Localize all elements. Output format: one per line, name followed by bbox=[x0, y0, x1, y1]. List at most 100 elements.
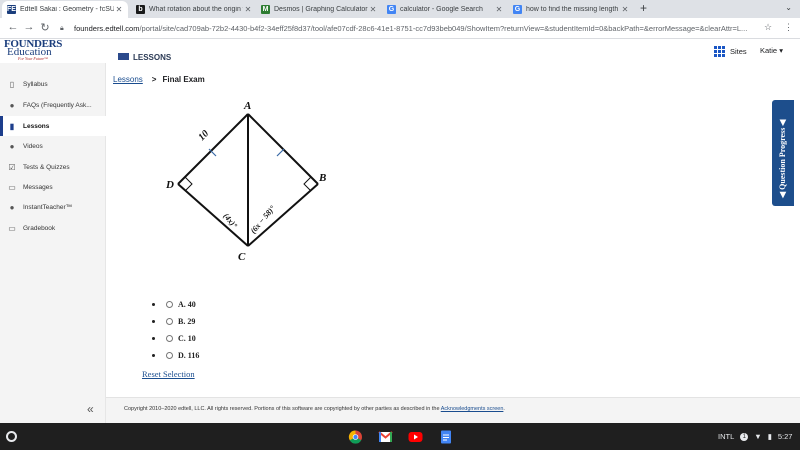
tick-mark-ab bbox=[276, 148, 285, 157]
tool-sidebar: ▯ Syllabus ● FAQs (Frequently Ask... ▮ Lesson… bbox=[0, 63, 106, 423]
tab-close-icon[interactable]: ✕ bbox=[114, 5, 124, 14]
browser-toolbar: ← → ↻ 🔒︎ founders.edtell.com/portal/site… bbox=[0, 18, 800, 39]
bullet bbox=[152, 337, 155, 340]
footer-text: Copyright 2010–2020 edtell, LLC. All rig… bbox=[124, 406, 441, 412]
browser-tab[interactable]: FE Edtell Sakai : Geometry - fcSU16 ✕ bbox=[2, 1, 128, 18]
tab-title: how to find the missing length of bbox=[526, 6, 620, 13]
tab-close-icon[interactable]: ✕ bbox=[620, 5, 630, 14]
question-progress-label: ◀ Question Progress ◀ bbox=[778, 119, 787, 198]
side-dc bbox=[177, 183, 249, 247]
browser-tab[interactable]: Ghow to find the missing length of ✕ bbox=[508, 1, 634, 18]
right-angle-b bbox=[303, 176, 312, 192]
apps-grid-icon bbox=[714, 46, 725, 57]
launcher-icon[interactable] bbox=[6, 431, 17, 442]
gmail-icon[interactable] bbox=[378, 430, 393, 444]
breadcrumb-lessons-link[interactable]: Lessons bbox=[113, 75, 143, 84]
tab-favicon-icon: FE bbox=[7, 5, 16, 14]
reload-icon[interactable]: ↻ bbox=[38, 21, 52, 34]
bullet bbox=[152, 320, 155, 323]
vertex-d-label: D bbox=[165, 179, 174, 191]
sites-button[interactable]: Sites bbox=[714, 46, 747, 57]
forward-arrow-icon[interactable]: → bbox=[22, 21, 36, 33]
radio-button[interactable] bbox=[166, 352, 173, 359]
tab-close-icon[interactable]: ✕ bbox=[243, 5, 253, 14]
tab-title: calculator - Google Search bbox=[400, 6, 483, 13]
sidebar-item-faqs-frequently-ask[interactable]: ● FAQs (Frequently Ask... bbox=[0, 95, 106, 115]
tab-favicon-icon: M bbox=[261, 5, 270, 14]
user-menu[interactable]: Katie ▾ bbox=[760, 46, 783, 55]
answer-choices: A. 40 B. 29 C. 10 D. 116 bbox=[152, 296, 199, 364]
answer-option[interactable]: D. 116 bbox=[152, 347, 199, 364]
sidebar-item-label: InstantTeacher™ bbox=[23, 203, 73, 211]
answer-option[interactable]: A. 40 bbox=[152, 296, 199, 313]
page-footer: Copyright 2010–2020 edtell, LLC. All rig… bbox=[106, 397, 800, 423]
notification-badge: 1 bbox=[740, 432, 749, 441]
breadcrumb-current: Final Exam bbox=[162, 75, 205, 84]
vertex-b-label: B bbox=[318, 172, 326, 184]
right-angle-d bbox=[184, 176, 193, 192]
browser-menu-icon[interactable]: ⋮ bbox=[784, 22, 793, 33]
bookmark-star-icon[interactable]: ☆ bbox=[764, 22, 772, 33]
answer-label: A. 40 bbox=[178, 300, 196, 309]
browser-tab[interactable]: b What rotation about the origin wi ✕ bbox=[131, 1, 257, 18]
radio-button[interactable] bbox=[166, 301, 173, 308]
lessons-icon: ▮ bbox=[9, 121, 15, 131]
browser-tab[interactable]: Gcalculator - Google Search ✕ bbox=[382, 1, 508, 18]
radio-button[interactable] bbox=[166, 335, 173, 342]
acknowledgments-link[interactable]: Acknowledgments screen bbox=[441, 406, 504, 412]
sidebar-item-instantteacher[interactable]: ● InstantTeacher™ bbox=[0, 197, 106, 217]
back-arrow-icon[interactable]: ← bbox=[6, 21, 20, 33]
browser-tab[interactable]: M Desmos | Graphing Calculator ✕ bbox=[256, 1, 382, 18]
youtube-icon[interactable] bbox=[408, 430, 423, 444]
teacher-icon: ● bbox=[9, 202, 15, 212]
breadcrumb-separator: > bbox=[151, 75, 157, 84]
sidebar-item-label: Messages bbox=[23, 183, 53, 191]
sidebar-item-label: Lessons bbox=[23, 122, 50, 130]
tab-close-icon[interactable]: ✕ bbox=[494, 5, 504, 14]
side-ad bbox=[177, 113, 249, 185]
new-tab-button[interactable]: + bbox=[640, 1, 647, 15]
os-taskbar: INTL 1 ▼ ▮ 5:27 bbox=[0, 423, 800, 450]
tab-title: Desmos | Graphing Calculator bbox=[274, 6, 368, 13]
vertex-a-label: A bbox=[243, 100, 251, 112]
sidebar-item-label: FAQs (Frequently Ask... bbox=[23, 101, 92, 109]
tab-search-chevron-icon[interactable]: ⌄ bbox=[785, 3, 792, 12]
site-header: FOUNDERS Education For Your Future™ LESS… bbox=[0, 39, 800, 63]
side-bc bbox=[247, 183, 319, 247]
chrome-icon[interactable] bbox=[348, 430, 363, 444]
collapse-sidebar-icon[interactable]: « bbox=[87, 402, 94, 416]
sidebar-item-gradebook[interactable]: ▭ Gradebook bbox=[0, 218, 106, 238]
docs-icon[interactable] bbox=[438, 430, 453, 444]
messages-icon: ▭ bbox=[8, 182, 16, 192]
answer-label: C. 10 bbox=[178, 334, 196, 343]
reset-selection-link[interactable]: Reset Selection bbox=[142, 369, 195, 379]
tab-close-icon[interactable]: ✕ bbox=[368, 5, 378, 14]
browser-tab-strip: FE Edtell Sakai : Geometry - fcSU16 ✕ b What… bbox=[0, 0, 800, 18]
sidebar-item-messages[interactable]: ▭ Messages bbox=[0, 177, 106, 197]
faq-icon: ● bbox=[9, 100, 15, 110]
clock: 5:27 bbox=[777, 432, 793, 441]
answer-label: D. 116 bbox=[178, 351, 200, 360]
answer-label: B. 29 bbox=[178, 317, 196, 326]
radio-button[interactable] bbox=[166, 318, 173, 325]
video-icon: ● bbox=[9, 141, 15, 151]
question-progress-tab[interactable]: ◀ Question Progress ◀ bbox=[772, 100, 794, 206]
answer-option[interactable]: C. 10 bbox=[152, 330, 199, 347]
sidebar-item-videos[interactable]: ● Videos bbox=[0, 136, 106, 156]
address-bar[interactable]: 🔒︎ founders.edtell.com/portal/site/cad70… bbox=[60, 21, 760, 36]
sidebar-item-lessons[interactable]: ▮ Lessons bbox=[0, 116, 106, 136]
answer-option[interactable]: B. 29 bbox=[152, 313, 199, 330]
input-locale: INTL bbox=[718, 432, 735, 441]
bullet bbox=[152, 303, 155, 306]
founders-education-logo[interactable]: FOUNDERS Education For Your Future™ bbox=[4, 39, 62, 62]
angle-label-right: (6x − 58)° bbox=[249, 203, 278, 235]
url-host: founders.edtell.com bbox=[74, 24, 140, 33]
sidebar-item-syllabus[interactable]: ▯ Syllabus bbox=[0, 74, 106, 94]
vertex-c-label: C bbox=[238, 251, 246, 263]
side-ab bbox=[247, 113, 319, 185]
section-title: LESSONS bbox=[118, 53, 171, 61]
sidebar-item-tests-quizzes[interactable]: ☑ Tests & Quizzes bbox=[0, 157, 106, 177]
lock-icon: 🔒︎ bbox=[60, 24, 64, 32]
system-tray[interactable]: INTL 1 ▼ ▮ 5:27 bbox=[718, 432, 798, 441]
sidebar-item-label: Videos bbox=[23, 142, 43, 150]
